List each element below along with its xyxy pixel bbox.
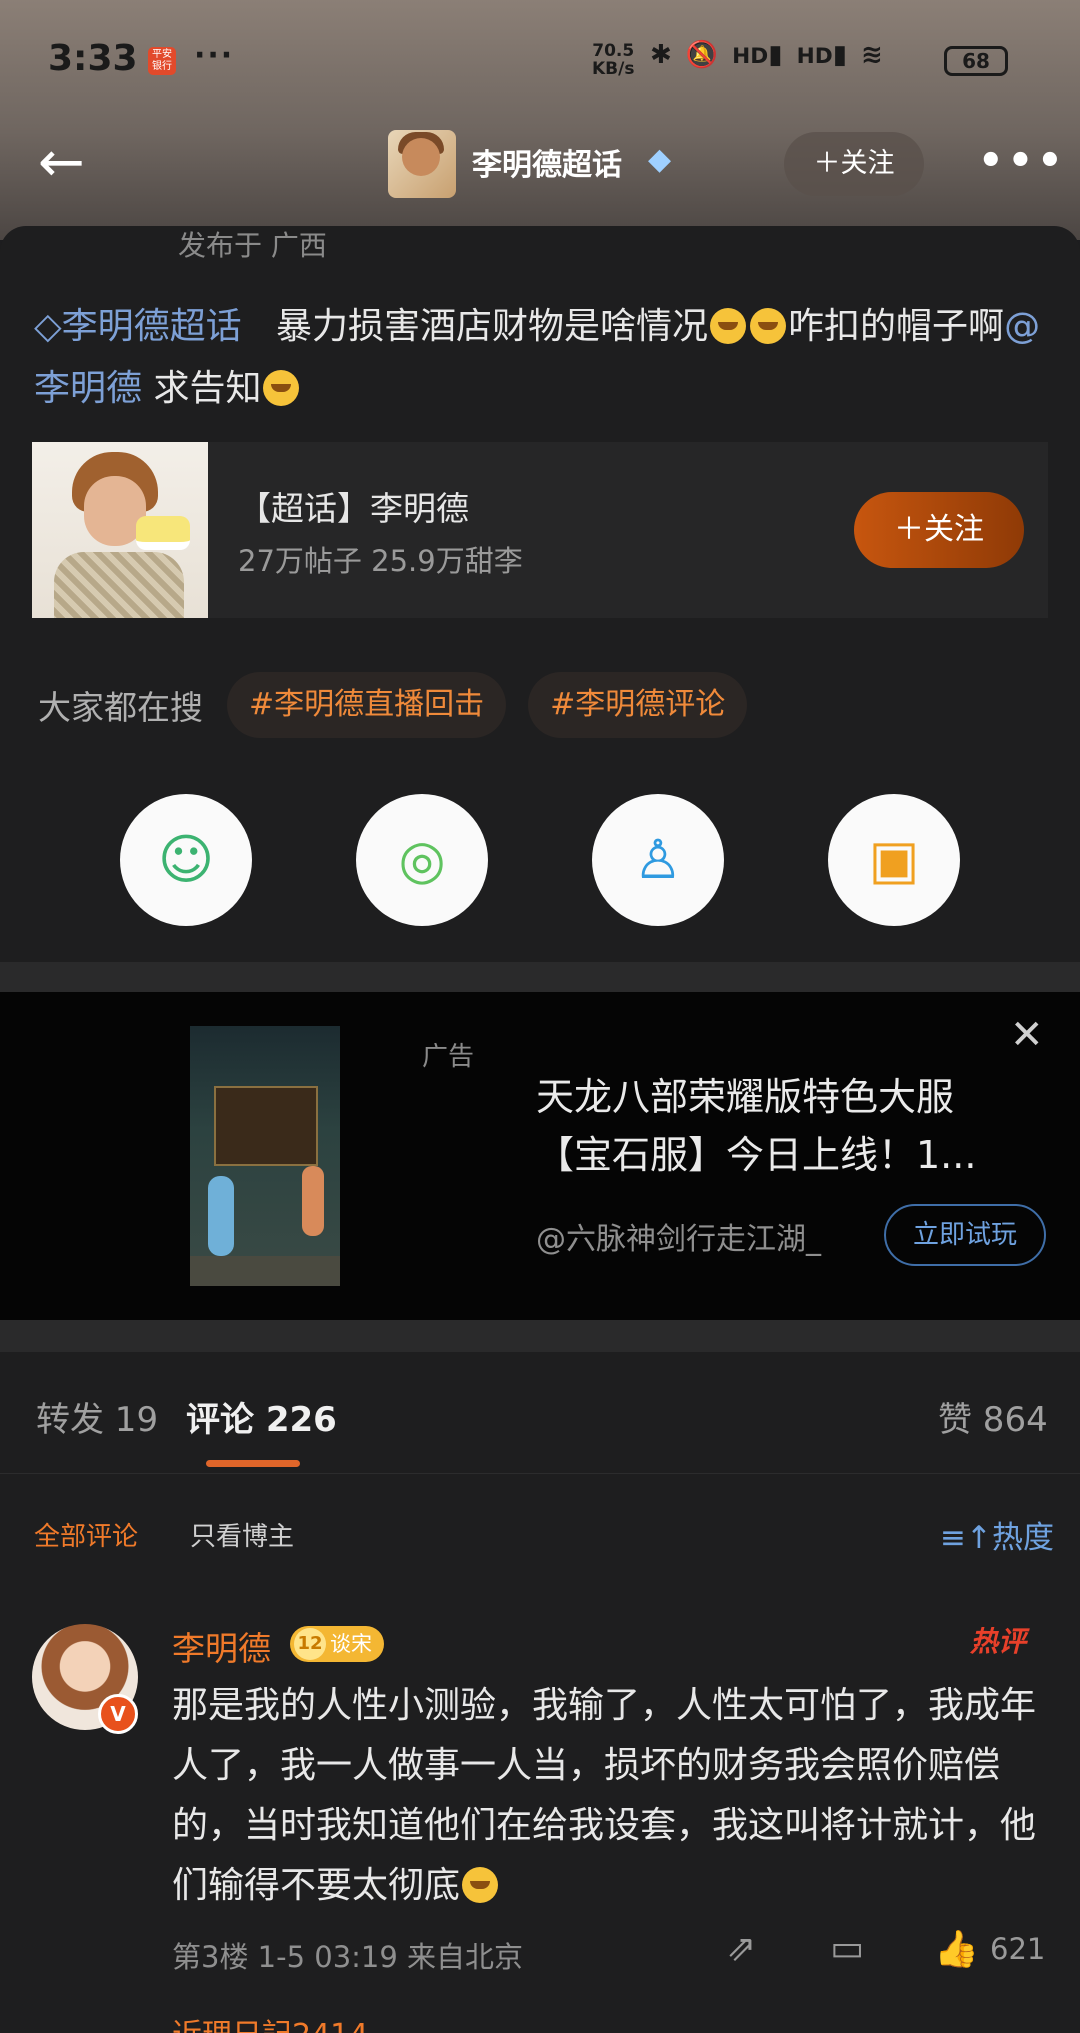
navigation-bar: ← 李明德超话 ◆ ＋关注 ••• xyxy=(0,120,1080,220)
tab-comments[interactable]: 评论 226 xyxy=(186,1392,337,1441)
grin-emoji-icon xyxy=(462,1867,499,1903)
diamond-badge-icon: ◆ xyxy=(648,142,672,177)
more-notifications-icon: ··· xyxy=(194,38,235,73)
ad-source: @六脉神剑行走江湖_ xyxy=(536,1222,821,1257)
tab-reposts[interactable]: 转发 19 xyxy=(36,1392,158,1441)
filter-author-only[interactable]: 只看博主 xyxy=(190,1516,294,1553)
post-text-2: 咋扣的帽子啊 xyxy=(788,306,1005,347)
topic-follow-button[interactable]: ＋关注 xyxy=(854,492,1024,568)
topic-cover-image xyxy=(32,442,208,618)
close-icon[interactable]: ✕ xyxy=(1010,1012,1044,1058)
ad-image[interactable] xyxy=(190,1026,340,1286)
comment-meta: 第3楼 1-5 03:19 来自北京 xyxy=(172,1940,524,1974)
network-speed: 70.5 KB/s xyxy=(592,41,635,79)
search-chip[interactable]: #李明德评论 xyxy=(528,672,748,738)
wifi-icon: ≋ xyxy=(861,40,883,70)
comment-filter-row: 全部评论 只看博主 ≡↑热度 xyxy=(0,1474,1080,1594)
sort-by-hot-button[interactable]: ≡↑热度 xyxy=(940,1512,1054,1557)
post-text-1: 暴力损害酒店财物是啥情况 xyxy=(276,306,709,347)
share-icon[interactable]: ⇗ xyxy=(726,1928,756,1969)
interaction-tabs: 转发 19 评论 226 赞 864 xyxy=(0,1352,1080,1474)
back-arrow-icon[interactable]: ← xyxy=(38,135,102,194)
mute-icon: 🔕 xyxy=(685,40,719,70)
bluetooth-icon: ✱ xyxy=(650,40,672,70)
topic-card-stats: 27万帖子 25.9万甜李 xyxy=(238,544,523,578)
topic-card-title: 【超话】李明德 xyxy=(238,489,469,528)
super-topic-avatar[interactable] xyxy=(388,130,456,198)
divider xyxy=(0,1320,1080,1352)
more-options-icon[interactable]: ••• xyxy=(978,138,1067,184)
share-buttons: ☺ ◎ ♙ ▣ xyxy=(120,794,960,926)
comment-actions: ⇗ ▭ 👍 621 xyxy=(726,1928,1056,1976)
system-icons: ✱ 🔕 HD▮ HD▮ ≋ xyxy=(650,40,883,70)
ad-try-button[interactable]: 立即试玩 xyxy=(884,1204,1046,1266)
active-tab-indicator xyxy=(206,1460,300,1467)
verified-badge-icon: V xyxy=(98,1694,138,1734)
post-location: 发布于 广西 xyxy=(178,229,327,262)
ad-banner[interactable]: 广告 天龙八部荣耀版特色大服【宝石服】今日上线！1... @六脉神剑行走江湖_ … xyxy=(0,992,1080,1320)
search-chip[interactable]: #李明德直播回击 xyxy=(227,672,507,738)
bank-app-notification-icon: 平安银行 xyxy=(148,47,176,75)
comment-item: V 李明德 12 谈宋 热评 那是我的人性小测验，我输了，人性太可怕了，我成年人了… xyxy=(0,1594,1080,1994)
signal-icon-2: HD▮ xyxy=(796,40,848,70)
wechat-icon[interactable]: ☺ xyxy=(120,794,252,926)
ad-label: 广告 xyxy=(422,1042,475,1072)
reply-icon[interactable]: ▭ xyxy=(830,1928,864,1969)
moments-icon[interactable]: ◎ xyxy=(356,794,488,926)
battery-icon: 68 xyxy=(944,46,1008,76)
signal-icon-1: HD▮ xyxy=(732,40,783,70)
thinking-emoji-icon xyxy=(263,370,300,406)
post-text-3: 求告知 xyxy=(142,368,262,409)
next-comment-author[interactable]: 近理日記2414 xyxy=(172,2010,368,2033)
like-icon[interactable]: 👍 xyxy=(934,1928,979,1970)
laugh-cry-emoji-icon xyxy=(710,308,747,344)
super-topic-card[interactable]: 【超话】李明德 27万帖子 25.9万甜李 ＋关注 xyxy=(32,442,1048,618)
follow-button[interactable]: ＋关注 xyxy=(784,132,924,196)
qq-icon[interactable]: ♙ xyxy=(592,794,724,926)
trending-search-label: 大家都在搜 xyxy=(38,688,203,727)
clock: 3:33 xyxy=(48,38,138,79)
hot-comment-badge: 热评 xyxy=(970,1625,1027,1658)
laugh-cry-emoji-icon xyxy=(750,308,787,344)
comment-text: 那是我的人性小测验，我输了，人性太可怕了，我成年人了，我一人做事一人当，损坏的财… xyxy=(172,1685,1037,1906)
divider xyxy=(0,962,1080,992)
trending-search-row: 大家都在搜 #李明德直播回击 #李明德评论 xyxy=(38,672,769,738)
tab-likes[interactable]: 赞 864 xyxy=(938,1392,1048,1441)
ad-title[interactable]: 天龙八部荣耀版特色大服【宝石服】今日上线！1... xyxy=(536,1068,1026,1184)
save-image-icon[interactable]: ▣ xyxy=(828,794,960,926)
super-topic-link[interactable]: ◇李明德超话 xyxy=(34,306,242,347)
fan-level-badge: 12 谈宋 xyxy=(290,1626,384,1662)
page-title[interactable]: 李明德超话 xyxy=(472,140,622,184)
like-count: 621 xyxy=(990,1932,1046,1966)
filter-all-comments[interactable]: 全部评论 xyxy=(34,1516,138,1553)
status-bar: 3:33 平安银行 ··· 70.5 KB/s ✱ 🔕 HD▮ HD▮ ≋ 68 xyxy=(0,0,1080,120)
comment-author[interactable]: 李明德 xyxy=(172,1622,271,1670)
post-body: ◇李明德超话 暴力损害酒店财物是啥情况 咋扣的帽子啊@李明德 求告知 xyxy=(34,296,1044,420)
